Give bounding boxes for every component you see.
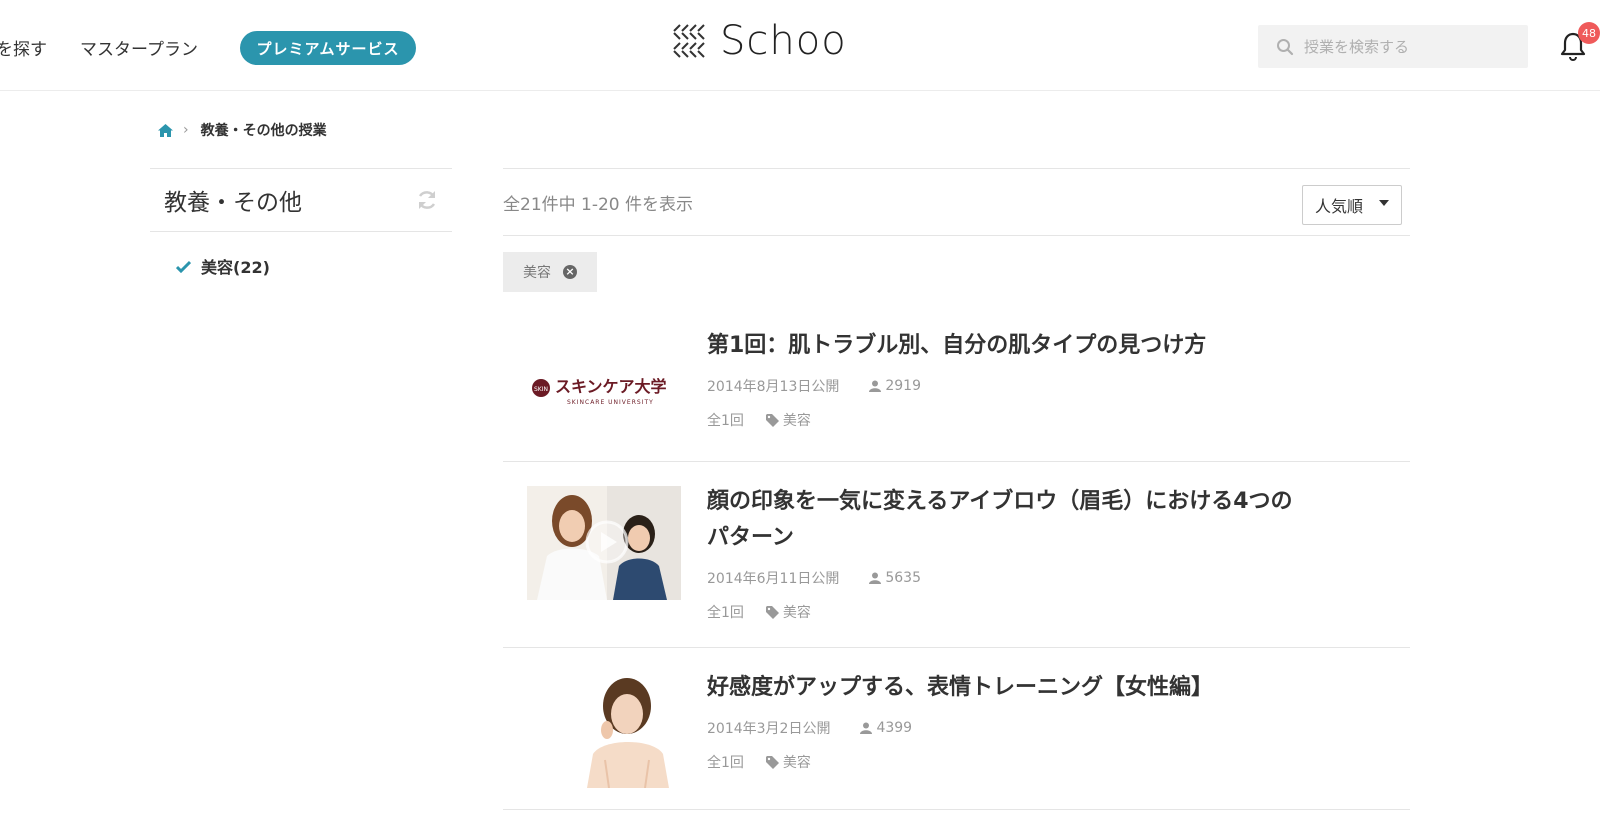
course-thumbnail: SKIN スキンケア大学 SKINCARE UNIVERSITY — [527, 336, 681, 450]
course-date: 2014年3月2日公開 — [707, 721, 831, 737]
skincare-university-logo: SKIN スキンケア大学 SKINCARE UNIVERSITY — [527, 336, 681, 450]
nav-master-plan-link[interactable]: マスタープラン — [80, 35, 198, 60]
course-meta-secondary: 全1回 美容 — [707, 602, 1397, 622]
course-list-main: 全21件中 1-20 件を表示 人気順 美容 × SKIN スキンケア大学 SK… — [503, 168, 1410, 810]
course-views: 2919 — [885, 378, 921, 394]
nav-find-link[interactable]: を探す — [0, 35, 47, 60]
breadcrumb: › 教養・その他の授業 — [158, 120, 327, 140]
tag-icon — [765, 605, 779, 619]
course-title-line1: 顔の印象を一気に変えるアイブロウ（眉毛）における4つの — [707, 489, 1293, 514]
course-thumbnail-image — [527, 486, 681, 600]
course-meta-secondary: 全1回 美容 — [707, 410, 1397, 430]
close-icon[interactable]: × — [563, 265, 577, 279]
chevron-right-icon: › — [183, 122, 189, 138]
course-body: 顔の印象を一気に変えるアイブロウ（眉毛）における4つの パターン 2014年6月… — [707, 484, 1397, 622]
course-item[interactable]: SKIN スキンケア大学 SKINCARE UNIVERSITY 第1回：肌トラ… — [503, 298, 1410, 462]
tag-icon — [765, 755, 779, 769]
course-tag[interactable]: 美容 — [783, 410, 811, 430]
schoo-logo[interactable]: Schoo — [672, 18, 847, 64]
check-icon — [176, 260, 191, 273]
site-header: を探す マスタープラン プレミアムサービス Schoo 48 — [0, 0, 1600, 91]
search-box — [1258, 25, 1528, 68]
course-thumbnail-image — [527, 674, 681, 788]
caret-down-icon — [1379, 200, 1389, 206]
course-meta: 2014年6月11日公開 5635 — [707, 568, 1397, 588]
course-tag[interactable]: 美容 — [783, 752, 811, 772]
course-date: 2014年6月11日公開 — [707, 571, 840, 587]
course-tag[interactable]: 美容 — [783, 602, 811, 622]
thumb-logo-text: スキンケア大学 — [555, 377, 667, 396]
course-title-line2: パターン — [707, 525, 794, 550]
course-body: 好感度がアップする、表情トレーニング【女性編】 2014年3月2日公開 4399… — [707, 670, 1397, 772]
tag-icon — [765, 413, 779, 427]
course-episodes: 全1回 — [707, 413, 744, 429]
course-views: 4399 — [876, 720, 913, 736]
schoo-logo-mark-icon — [673, 24, 705, 58]
active-tag-chip[interactable]: 美容 × — [503, 252, 597, 292]
course-title[interactable]: 顔の印象を一気に変えるアイブロウ（眉毛）における4つの パターン — [707, 484, 1397, 556]
result-bar: 全21件中 1-20 件を表示 人気順 — [503, 168, 1410, 236]
breadcrumb-current: 教養・その他の授業 — [200, 123, 327, 139]
result-count: 全21件中 1-20 件を表示 — [503, 194, 694, 215]
course-meta-secondary: 全1回 美容 — [707, 752, 1397, 772]
home-icon[interactable] — [158, 123, 173, 137]
search-icon — [1277, 38, 1294, 55]
course-episodes: 全1回 — [707, 605, 744, 621]
premium-service-button[interactable]: プレミアムサービス — [240, 31, 416, 65]
active-tag-label: 美容 — [523, 265, 551, 281]
sort-select-value: 人気順 — [1315, 197, 1364, 216]
course-item[interactable]: 好感度がアップする、表情トレーニング【女性編】 2014年3月2日公開 4399… — [503, 648, 1410, 810]
category-sidebar: 教養・その他 美容(22) — [150, 168, 452, 278]
course-item[interactable]: 顔の印象を一気に変えるアイブロウ（眉毛）における4つの パターン 2014年6月… — [503, 462, 1410, 648]
course-episodes: 全1回 — [707, 755, 744, 771]
user-icon — [860, 722, 873, 734]
search-input[interactable] — [1304, 37, 1524, 56]
user-icon — [869, 380, 882, 392]
thumb-logo-subtext: SKINCARE UNIVERSITY — [567, 399, 654, 406]
sidebar-header: 教養・その他 — [150, 168, 452, 232]
course-date: 2014年8月13日公開 — [707, 379, 840, 395]
course-body: 第1回：肌トラブル別、自分の肌タイプの見つけ方 2014年8月13日公開 291… — [707, 328, 1397, 430]
sort-select[interactable]: 人気順 — [1302, 185, 1402, 225]
course-meta: 2014年3月2日公開 4399 — [707, 718, 1397, 738]
course-thumbnail — [527, 486, 681, 600]
user-icon — [869, 572, 882, 584]
course-meta: 2014年8月13日公開 2919 — [707, 376, 1397, 396]
notification-badge: 48 — [1578, 22, 1600, 44]
logo-text: Schoo — [720, 18, 847, 64]
course-thumbnail — [527, 674, 681, 788]
course-title[interactable]: 第1回：肌トラブル別、自分の肌タイプの見つけ方 — [707, 328, 1397, 364]
svg-text:SKIN: SKIN — [534, 386, 548, 393]
filter-item-beauty[interactable]: 美容(22) — [150, 254, 452, 278]
refresh-icon[interactable] — [416, 189, 438, 211]
course-title[interactable]: 好感度がアップする、表情トレーニング【女性編】 — [707, 670, 1397, 706]
filter-item-label: 美容(22) — [201, 258, 270, 277]
course-views: 5635 — [885, 570, 921, 586]
sidebar-title: 教養・その他 — [164, 190, 302, 216]
